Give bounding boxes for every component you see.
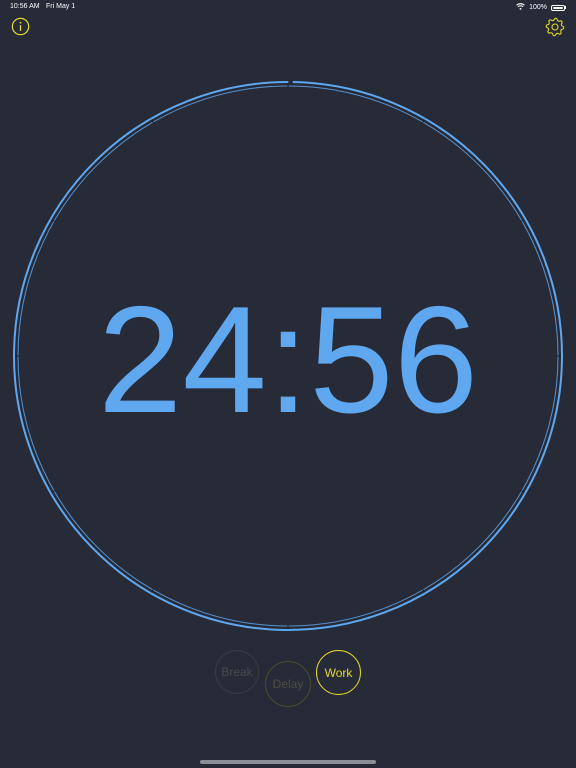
work-button[interactable]: Work bbox=[316, 650, 361, 695]
timer-display: 24:56 bbox=[97, 275, 479, 445]
break-label: Break bbox=[221, 665, 253, 679]
delay-button[interactable]: Delay bbox=[265, 661, 311, 707]
home-indicator bbox=[200, 760, 376, 764]
break-button[interactable]: Break bbox=[215, 650, 259, 694]
delay-label: Delay bbox=[272, 677, 304, 691]
work-label: Work bbox=[324, 665, 353, 680]
